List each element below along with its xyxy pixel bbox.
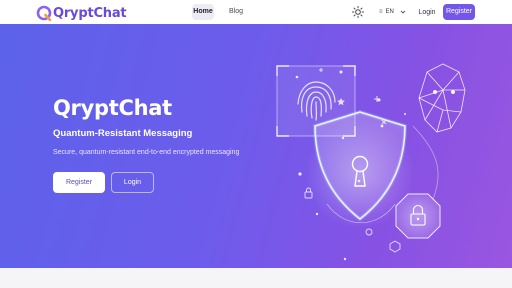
hero-subtitle: Quantum-Resistant Messaging [53, 128, 193, 139]
logo-q-icon [36, 5, 52, 21]
nav-home-link[interactable]: Home [192, 4, 214, 20]
hero-title: QryptChat [53, 96, 172, 120]
padlock-icon [394, 192, 442, 240]
brand-name: QryptChat [53, 5, 127, 21]
below-hero-area [0, 268, 512, 288]
login-button[interactable]: Login [111, 172, 154, 193]
language-selector[interactable]: ≡ EN [379, 6, 407, 18]
top-navbar: QryptChat Home Blog ≡ EN Login Register [0, 0, 512, 24]
hero-description: Secure, quantum-resistant end-to-end enc… [53, 149, 240, 156]
brand-logo[interactable]: QryptChat [36, 4, 127, 22]
register-button[interactable]: Register [53, 172, 105, 193]
language-value: EN [385, 9, 394, 15]
register-button-nav[interactable]: Register [443, 4, 475, 20]
security-illustration [276, 63, 466, 261]
hero-section: QryptChat Quantum-Resistant Messaging Se… [0, 24, 512, 268]
translate-icon: ≡ [379, 9, 383, 15]
face-mesh-icon [418, 63, 466, 133]
sun-icon[interactable] [351, 5, 365, 19]
login-button-nav[interactable]: Login [413, 5, 441, 20]
nav-blog-link[interactable]: Blog [225, 4, 247, 20]
chevron-down-icon [400, 10, 406, 14]
